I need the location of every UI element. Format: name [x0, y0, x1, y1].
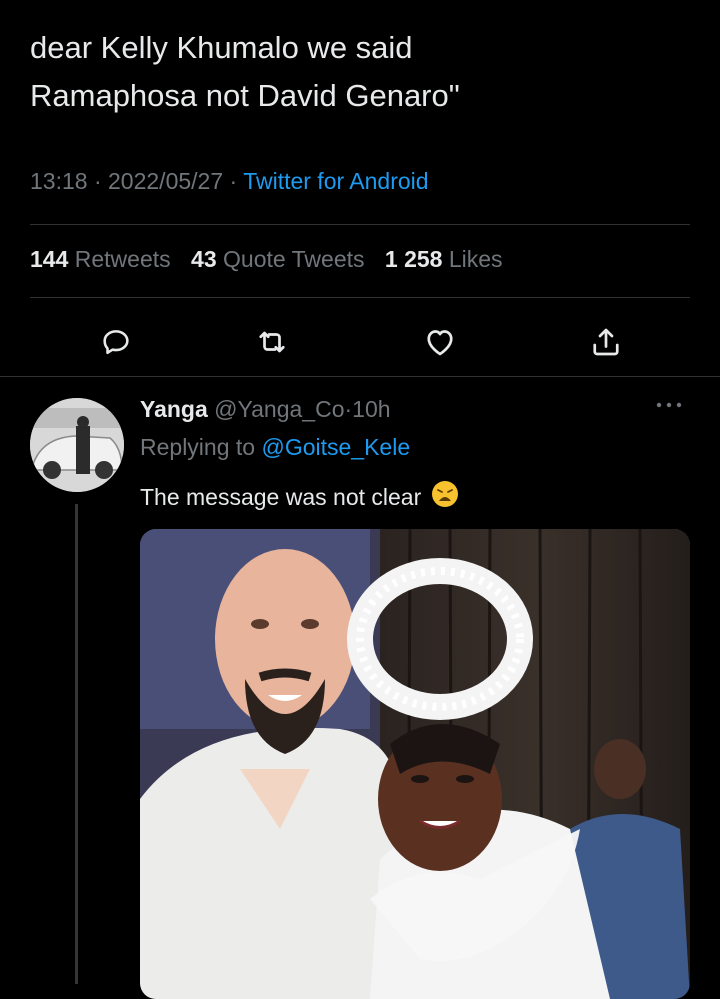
like-button[interactable]	[418, 320, 462, 364]
tweet-text-line-1: dear Kelly Khumalo we said	[30, 30, 413, 65]
meta-separator: ·	[93, 168, 102, 194]
reply-author-name[interactable]: Yanga	[140, 396, 208, 422]
share-icon	[593, 328, 619, 356]
weary-face-emoji	[431, 480, 459, 514]
divider	[30, 224, 690, 225]
tweet-stats: 144 Retweets 43 Quote Tweets 1 258 Likes	[30, 246, 517, 273]
replying-to-prefix: Replying to	[140, 434, 256, 460]
photo-illustration	[140, 529, 690, 999]
retweets-count: 144	[30, 246, 69, 272]
reply-author-handle[interactable]: @Yanga_Co	[214, 396, 344, 422]
likes-label: Likes	[448, 246, 503, 272]
retweet-button[interactable]	[250, 320, 294, 364]
more-button[interactable]	[654, 398, 684, 416]
replying-to-handle[interactable]: @Goitse_Kele	[261, 434, 410, 460]
share-button[interactable]	[584, 320, 628, 364]
more-icon	[656, 402, 682, 408]
tweet-text-line-2: Ramaphosa not David Genaro"	[30, 78, 460, 113]
replying-to: Replying to @Goitse_Kele	[140, 434, 410, 461]
tweet-media-photo[interactable]	[140, 529, 690, 999]
tweet-meta: 13:18 · 2022/05/27 · Twitter for Android	[30, 168, 429, 195]
reply-header: Yanga @Yanga_Co·10h	[140, 396, 391, 423]
retweets-stat[interactable]: 144 Retweets	[30, 246, 171, 272]
retweets-label: Retweets	[74, 246, 171, 272]
section-divider	[0, 376, 720, 377]
quote-tweets-stat[interactable]: 43 Quote Tweets	[191, 246, 364, 272]
action-bar	[0, 320, 720, 364]
tweet-date[interactable]: 2022/05/27	[108, 168, 223, 194]
quote-tweets-count: 43	[191, 246, 217, 272]
avatar-photo	[30, 398, 124, 492]
retweet-icon	[259, 331, 285, 353]
likes-count: 1 258	[384, 246, 443, 272]
tweet-time[interactable]: 13:18	[30, 168, 88, 194]
avatar[interactable]	[30, 398, 124, 492]
quote-tweets-label: Quote Tweets	[223, 246, 365, 272]
likes-stat[interactable]: 1 258 Likes	[385, 246, 503, 272]
tweet-source[interactable]: Twitter for Android	[243, 168, 428, 194]
reply-text: The message was not clear	[140, 480, 459, 514]
reply-button[interactable]	[94, 320, 138, 364]
like-icon	[427, 330, 453, 356]
reply-age[interactable]: 10h	[352, 396, 390, 422]
reply-icon	[103, 330, 129, 355]
tweet-text: dear Kelly Khumalo we said Ramaphosa not…	[30, 24, 690, 120]
reply-text-body: The message was not clear	[140, 483, 422, 510]
meta-separator: ·	[229, 168, 238, 194]
divider	[30, 297, 690, 298]
thread-line	[75, 504, 78, 984]
